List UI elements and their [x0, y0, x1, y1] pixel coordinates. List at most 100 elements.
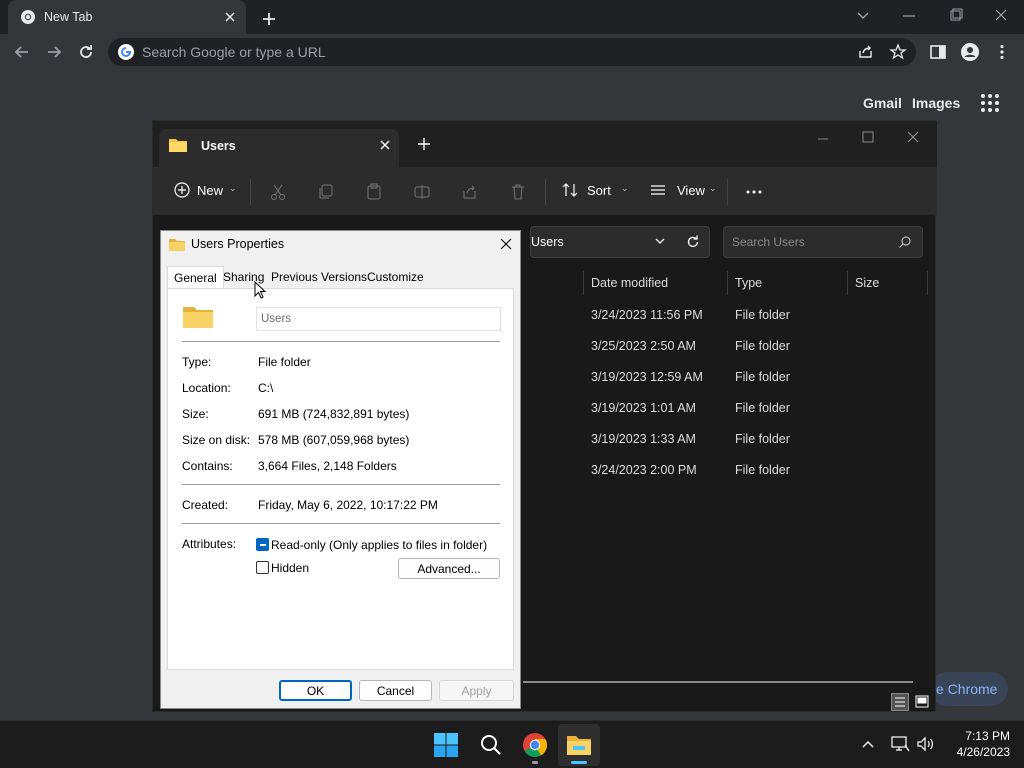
- row-type: File folder: [735, 401, 790, 415]
- column-divider[interactable]: [583, 271, 584, 295]
- cancel-button[interactable]: Cancel: [359, 680, 432, 701]
- close-window-icon[interactable]: [905, 129, 921, 145]
- column-header-date[interactable]: Date modified: [591, 276, 668, 290]
- delete-icon[interactable]: [509, 183, 527, 201]
- close-tab-icon[interactable]: [222, 9, 238, 25]
- readonly-label: Read-only (Only applies to files in fold…: [271, 538, 488, 552]
- omnibox[interactable]: Search Google or type a URL: [108, 38, 916, 66]
- table-row[interactable]: 3/24/2023 2:00 PM File folder: [583, 463, 923, 485]
- table-row[interactable]: 3/19/2023 12:59 AM File folder: [583, 370, 923, 392]
- field-value: C:\: [258, 381, 274, 395]
- network-icon[interactable]: [890, 735, 910, 753]
- search-icon: [898, 235, 912, 249]
- explorer-tab-title: Users: [201, 139, 236, 153]
- chrome-menu-icon[interactable]: [992, 42, 1012, 62]
- chrome-favicon-icon: [20, 9, 36, 25]
- readonly-checkbox[interactable]: [256, 538, 269, 551]
- cut-icon[interactable]: [269, 183, 287, 201]
- row-type: File folder: [735, 308, 790, 322]
- field-label: Contains:: [182, 459, 233, 473]
- add-circle-icon: [173, 181, 191, 199]
- volume-icon[interactable]: [916, 735, 936, 753]
- general-tab-panel: Users Type: File folder Location: C:\ Si…: [167, 288, 514, 670]
- chevron-down-icon[interactable]: [653, 234, 667, 248]
- close-tab-icon[interactable]: [377, 137, 393, 153]
- clock-date: 4/26/2023: [956, 745, 1010, 759]
- google-apps-icon[interactable]: [980, 93, 1000, 113]
- row-date: 3/24/2023 11:56 PM: [591, 308, 703, 322]
- start-windows-icon[interactable]: [432, 731, 460, 759]
- divider: [182, 341, 500, 342]
- explorer-command-bar: New ⌄ Sort ⌄ View ⌄: [153, 167, 937, 215]
- tab-search-icon[interactable]: [849, 6, 877, 26]
- minimize-icon[interactable]: [895, 6, 923, 26]
- field-label: Size:: [182, 407, 209, 421]
- bookmark-star-icon[interactable]: [888, 42, 908, 62]
- column-divider[interactable]: [727, 271, 728, 295]
- field-label: Size on disk:: [182, 433, 251, 447]
- paste-icon[interactable]: [365, 183, 383, 201]
- address-bar[interactable]: Users: [530, 226, 710, 258]
- tab-customize[interactable]: Customize: [363, 270, 428, 290]
- table-row[interactable]: 3/19/2023 1:01 AM File folder: [583, 401, 923, 423]
- divider: [182, 484, 500, 485]
- close-window-icon[interactable]: [987, 6, 1015, 26]
- field-label: Location:: [182, 381, 231, 395]
- table-row[interactable]: 3/25/2023 2:50 AM File folder: [583, 339, 923, 361]
- share-icon[interactable]: [856, 42, 876, 62]
- close-icon[interactable]: [499, 237, 513, 251]
- row-date: 3/25/2023 2:50 AM: [591, 339, 696, 353]
- column-header-type[interactable]: Type: [735, 276, 762, 290]
- chevron-down-icon: ⌄: [709, 183, 717, 193]
- profile-icon[interactable]: [960, 42, 980, 62]
- minimize-icon[interactable]: [815, 131, 831, 147]
- details-view-icon[interactable]: [891, 693, 909, 711]
- chrome-app-icon[interactable]: [521, 731, 549, 759]
- file-explorer-icon[interactable]: [565, 731, 593, 759]
- reload-icon[interactable]: [76, 42, 96, 62]
- table-row[interactable]: 3/19/2023 1:33 AM File folder: [583, 432, 923, 454]
- tab-previous-versions[interactable]: Previous Versions: [267, 270, 371, 290]
- back-icon[interactable]: [12, 42, 32, 62]
- column-divider[interactable]: [927, 271, 928, 295]
- hidden-checkbox[interactable]: [256, 561, 269, 574]
- active-indicator: [571, 761, 587, 764]
- table-row[interactable]: 3/24/2023 11:56 PM File folder: [583, 308, 923, 330]
- explorer-tab[interactable]: Users: [159, 129, 399, 167]
- horizontal-scrollbar[interactable]: [523, 681, 913, 683]
- add-tab-icon[interactable]: [415, 135, 433, 153]
- copy-icon[interactable]: [317, 183, 335, 201]
- new-tab-icon[interactable]: [258, 8, 280, 30]
- gmail-link[interactable]: Gmail: [863, 95, 902, 111]
- system-clock[interactable]: 7:13 PM 4/26/2023: [950, 728, 1010, 760]
- forward-icon[interactable]: [44, 42, 64, 62]
- customize-chrome-button[interactable]: e Chrome: [930, 672, 1008, 706]
- divider: [727, 179, 728, 205]
- search-icon[interactable]: [477, 731, 505, 759]
- rename-icon[interactable]: [413, 183, 431, 201]
- browser-tab[interactable]: New Tab: [8, 0, 246, 34]
- apply-button[interactable]: Apply: [439, 680, 514, 701]
- column-divider[interactable]: [847, 271, 848, 295]
- search-box[interactable]: Search Users: [723, 226, 923, 258]
- row-date: 3/24/2023 2:00 PM: [591, 463, 697, 477]
- side-panel-icon[interactable]: [928, 42, 948, 62]
- share-icon[interactable]: [461, 183, 479, 201]
- tab-general[interactable]: General: [167, 266, 224, 290]
- folder-icon: [169, 238, 185, 251]
- divider: [182, 523, 500, 524]
- ok-button[interactable]: OK: [279, 680, 352, 701]
- more-options-icon[interactable]: [745, 183, 763, 201]
- folder-name-field[interactable]: Users: [256, 307, 501, 331]
- google-g-icon: [118, 44, 134, 60]
- tiles-view-icon[interactable]: [913, 693, 931, 711]
- advanced-button[interactable]: Advanced...: [398, 558, 500, 579]
- clock-time: 7:13 PM: [965, 729, 1010, 743]
- column-header-size[interactable]: Size: [855, 276, 879, 290]
- restore-icon[interactable]: [941, 6, 969, 26]
- refresh-icon[interactable]: [685, 234, 701, 250]
- maximize-icon[interactable]: [860, 129, 876, 145]
- chevron-up-icon[interactable]: [860, 736, 876, 752]
- address-current-folder: Users: [531, 235, 564, 249]
- images-link[interactable]: Images: [912, 95, 960, 111]
